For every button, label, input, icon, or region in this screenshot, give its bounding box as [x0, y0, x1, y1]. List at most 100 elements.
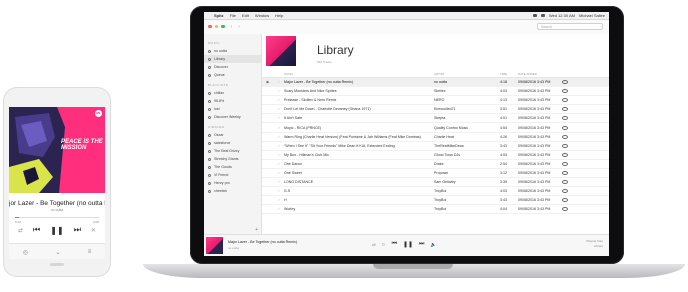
saved-check-icon[interactable]: ✓ — [274, 116, 284, 120]
sidebar-item-circle[interactable]: Vi Friend — [208, 171, 257, 179]
more-options-icon[interactable] — [562, 134, 568, 139]
more-options-icon[interactable] — [562, 180, 568, 185]
sidebar-item-circle[interactable]: Henry pro — [208, 179, 257, 187]
more-options-icon[interactable] — [562, 152, 568, 157]
menubar-clock[interactable]: Wed 12:30 AM — [549, 13, 575, 18]
more-options-icon[interactable] — [562, 89, 568, 94]
zoom-window-button[interactable] — [221, 24, 225, 29]
table-row[interactable]: ✓ Scary Monsters And Nice Sprites Skrillex… — [262, 87, 609, 97]
forward-arrow-icon[interactable]: › — [238, 24, 240, 30]
repeat-icon[interactable]: ↻ — [382, 242, 386, 248]
battery-icon[interactable] — [540, 14, 545, 17]
more-options-icon[interactable] — [562, 161, 568, 166]
minimize-window-button[interactable] — [214, 24, 218, 29]
progress-bar[interactable] — [15, 217, 99, 218]
table-row[interactable]: ✓ LONG DISTANCE Sam Gellaitry 3:39 09/08/201… — [262, 178, 609, 188]
sidebar-item-playlist[interactable]: lost — [208, 105, 257, 113]
shuffle-icon[interactable]: ⇄ — [372, 242, 376, 248]
sidebar-item-playlist[interactable]: Discover Weekly — [208, 113, 257, 121]
close-window-button[interactable] — [208, 24, 212, 29]
sidebar-item-playlist[interactable]: 96.8% — [208, 97, 257, 105]
column-header-date[interactable]: DATE ADDED — [518, 72, 562, 76]
saved-check-icon[interactable]: ✓ — [274, 207, 284, 211]
saved-check-icon[interactable]: ✓ — [274, 153, 284, 157]
menu-app-name[interactable]: Spitz — [214, 13, 224, 18]
column-header-song[interactable]: SONG — [284, 72, 434, 76]
sidebar-item-discover[interactable]: Discover — [208, 63, 257, 71]
saved-check-icon[interactable]: ✓ — [274, 89, 284, 93]
table-row[interactable]: ✓ It Ain't Safe Skepta 4:01 09/08/2016 3:43 … — [262, 114, 609, 124]
next-icon[interactable]: ⏭ — [74, 225, 81, 235]
add-icon[interactable]: + — [255, 227, 258, 233]
more-options-icon[interactable] — [562, 107, 568, 112]
menu-edit[interactable]: Edit — [242, 13, 249, 18]
more-options-icon[interactable] — [562, 125, 568, 130]
track-title: Warm Ring (Charlie Heat Version) (Feat P… — [284, 134, 421, 139]
devices-icon[interactable]: ◎ — [23, 249, 28, 256]
table-row[interactable]: ✓ One Sweet Propown 3:12 09/08/2016 3:43 PM — [262, 169, 609, 179]
sidebar-item-no-outta[interactable]: no outta — [208, 47, 257, 55]
now-playing-icon[interactable]: ▶ — [262, 80, 274, 84]
playing-from-source[interactable]: Library — [586, 244, 603, 249]
saved-check-icon[interactable]: ✓ — [274, 98, 284, 102]
saved-check-icon[interactable]: ✓ — [274, 144, 284, 148]
collapse-chevron-icon[interactable]: ⌄ — [55, 249, 60, 256]
more-options-icon[interactable] — [562, 143, 568, 148]
sidebar-item-circle[interactable]: Oscar — [208, 131, 257, 139]
pause-icon[interactable]: ❚❚ — [403, 241, 413, 248]
shuffle-icon[interactable]: ⇄ — [18, 227, 23, 234]
saved-check-icon[interactable]: ✓ — [274, 126, 284, 130]
table-row[interactable]: ✓ G.S TroyBoi 4:03 09/08/2016 3:43 PM — [262, 187, 609, 197]
menu-help[interactable]: Help — [275, 13, 283, 18]
table-row[interactable]: ✓ Mopic - RICA (PRNCE) Quality Control Mus… — [262, 123, 609, 133]
sidebar-item-playlist[interactable]: chillax — [208, 89, 257, 97]
more-options-icon[interactable] — [562, 98, 568, 103]
sidebar-item-circle[interactable]: Stretchy Giants — [208, 155, 257, 163]
table-row[interactable]: ✓ Don't Let Me Down - Charlotte Devaney (… — [262, 105, 609, 115]
more-options-icon[interactable] — [562, 198, 568, 203]
more-options-icon[interactable] — [562, 170, 568, 175]
column-header-artist[interactable]: ARTIST — [434, 72, 500, 76]
sidebar-item-queue[interactable]: Queue — [208, 71, 257, 79]
saved-check-icon[interactable]: ✓ — [274, 135, 284, 139]
menu-window[interactable]: Window — [255, 13, 269, 18]
more-options-icon[interactable] — [562, 80, 568, 85]
saved-check-icon[interactable]: ✓ — [274, 107, 284, 111]
table-row[interactable]: ▶ ✓ Major Lazer - Be Together (no outta Re… — [262, 78, 609, 88]
column-header-time[interactable]: TIME — [500, 72, 518, 76]
table-row[interactable]: ✓ H TroyBoi 3:43 09/08/2016 3:43 PM — [262, 196, 609, 206]
table-row[interactable]: ✓ My Boo - Hillman's Club Mix Ghost Town D… — [262, 151, 609, 160]
more-options-icon[interactable] — [562, 189, 568, 194]
sidebar-item-circle[interactable]: The Best Drizzy — [208, 147, 257, 155]
saved-check-icon[interactable]: ✓ — [274, 180, 284, 184]
sidebar-item-circle[interactable]: The Goods — [208, 163, 257, 171]
sidebar-item-library[interactable]: Library — [204, 55, 261, 63]
previous-icon[interactable]: ⏮ — [392, 241, 397, 248]
previous-icon[interactable]: ⏮ — [33, 225, 40, 235]
repeat-icon[interactable]: ✕ — [91, 227, 96, 234]
saved-check-icon[interactable]: ✓ — [274, 80, 284, 84]
more-options-icon[interactable] — [562, 116, 568, 121]
pause-icon[interactable]: ❚❚ — [50, 226, 63, 235]
saved-check-icon[interactable]: ✓ — [274, 162, 284, 166]
table-row[interactable]: ✓ Prelease - Skrillex & Nero Remix NERO 4:1… — [262, 96, 609, 106]
back-arrow-icon[interactable]: ‹ — [231, 24, 233, 30]
volume-icon[interactable]: 🔈 — [430, 242, 436, 248]
wifi-icon[interactable] — [532, 14, 537, 17]
saved-check-icon[interactable]: ✓ — [274, 171, 284, 175]
more-options-icon[interactable] — [562, 207, 568, 212]
sidebar-item-circle[interactable]: salesforce — [208, 139, 257, 147]
sidebar-item-circle[interactable]: cheetah — [208, 187, 257, 195]
table-row[interactable]: ✓ One Dance Drake 2:54 09/08/2016 3:43 PM — [262, 160, 609, 169]
saved-check-icon[interactable]: ✓ — [274, 198, 284, 202]
now-playing-art[interactable] — [206, 237, 223, 254]
table-row[interactable]: ✓ Worley TroyBoi 4:04 09/08/2016 3:43 PM — [262, 205, 609, 215]
queue-icon[interactable]: ≡ — [88, 249, 92, 255]
table-row[interactable]: ✓ Warm Ring (Charlie Heat Version) (Feat … — [262, 133, 609, 142]
search-input[interactable]: Search — [537, 23, 603, 30]
saved-check-icon[interactable]: ✓ — [274, 189, 284, 193]
menu-file[interactable]: File — [230, 13, 236, 18]
table-row[interactable]: ✓ "When I See It" "Sit Your Friends" Mike… — [262, 142, 609, 151]
next-icon[interactable]: ⏭ — [419, 241, 424, 248]
menubar-user[interactable]: Michael Sallee — [579, 13, 605, 18]
